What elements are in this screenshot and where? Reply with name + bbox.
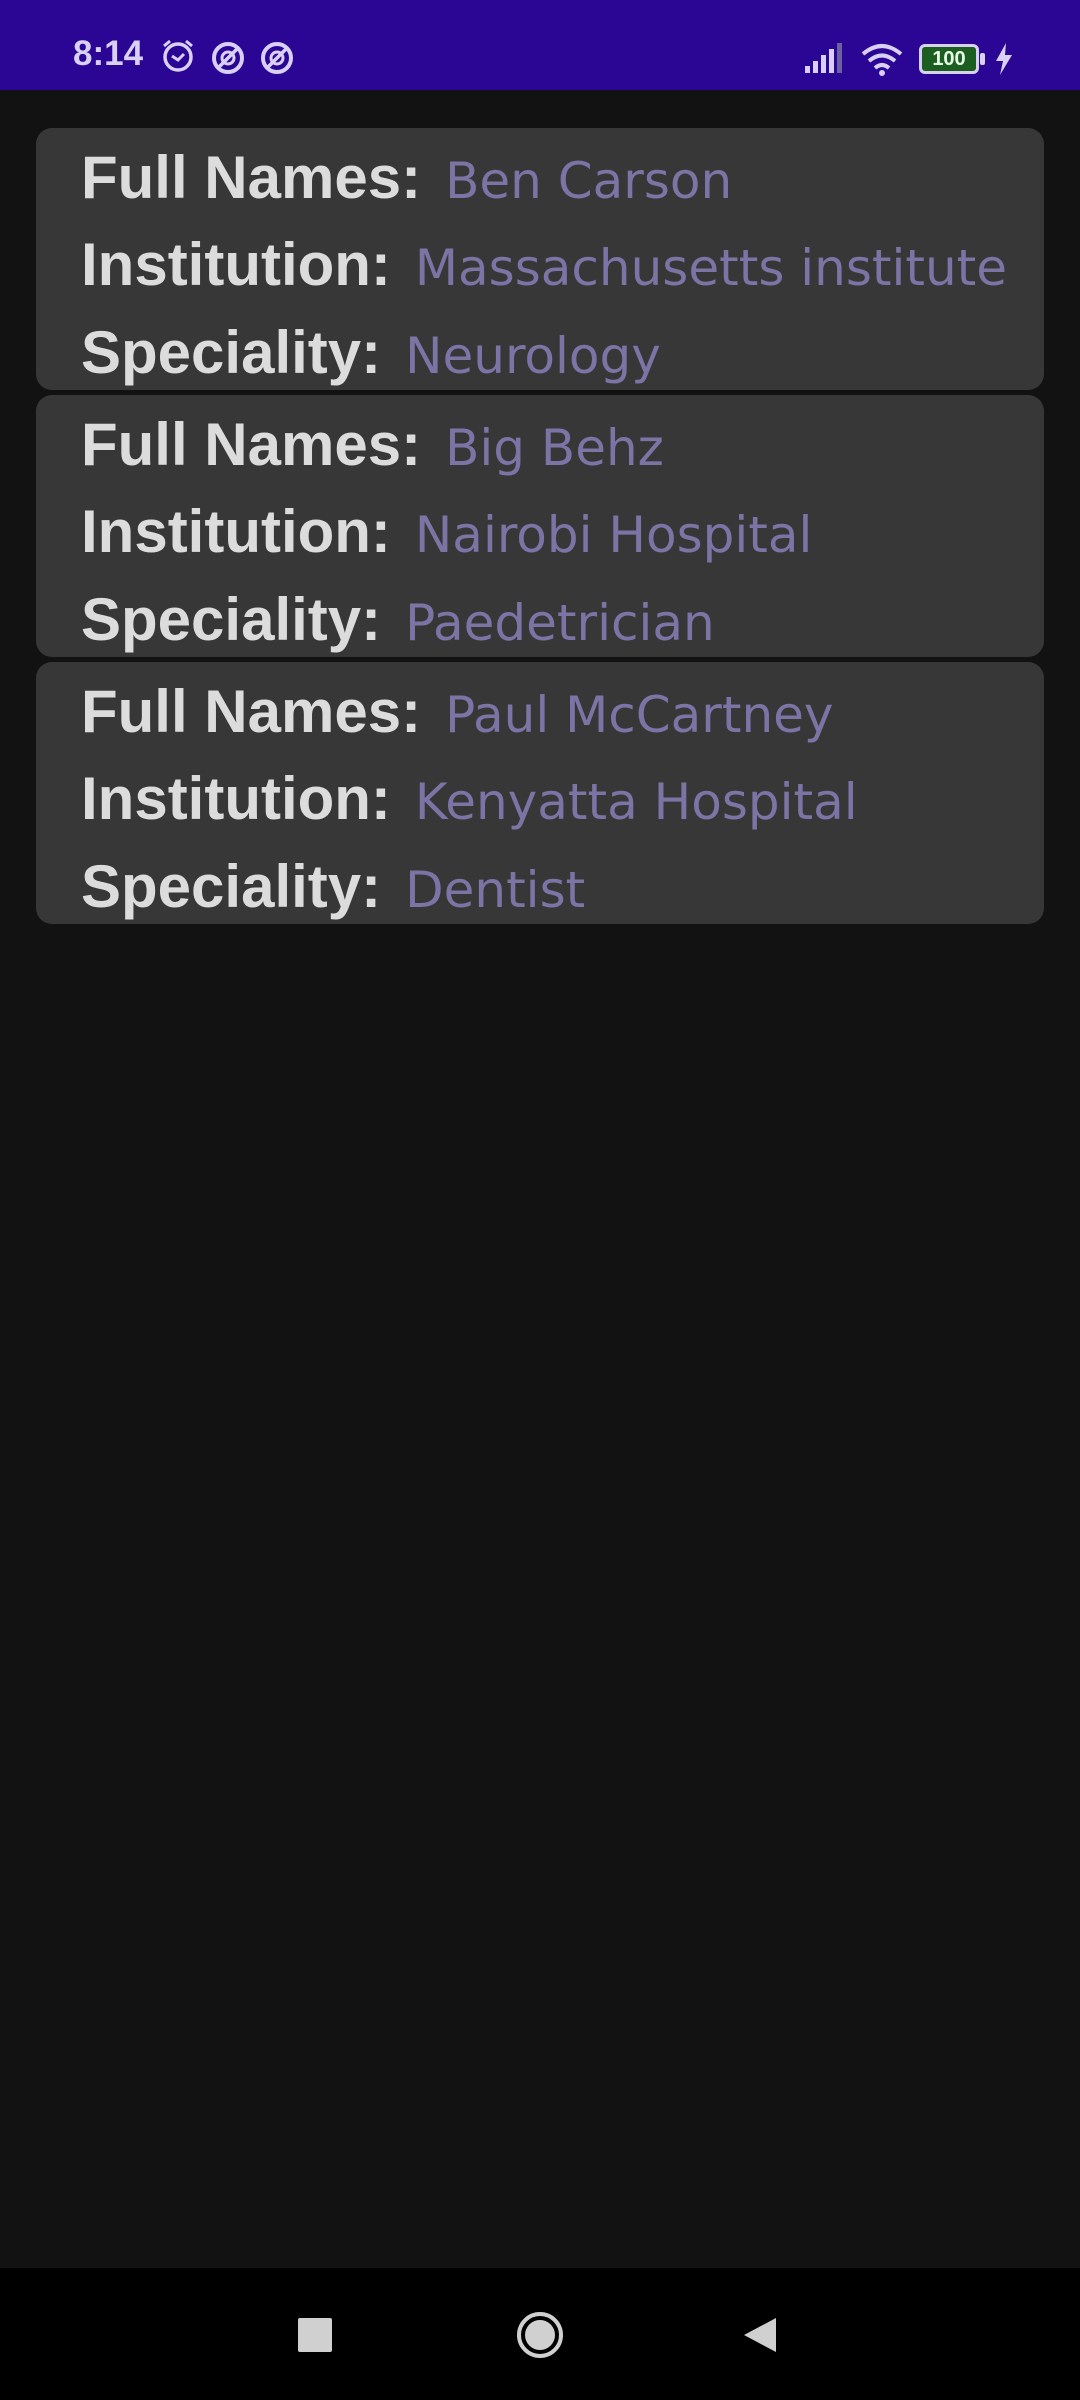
full-names-label: Full Names: (81, 411, 422, 478)
doctor-list: Full Names: Ben Carson Institution: Mass… (0, 90, 1080, 2268)
wifi-icon (861, 44, 903, 76)
status-time: 8:14 (73, 34, 144, 73)
institution-value: Massachusetts institute (414, 239, 1008, 297)
charging-icon (996, 43, 1012, 75)
speciality-row: Speciality: Neurology (81, 323, 661, 383)
institution-row: Institution: Kenyatta Hospital (81, 769, 858, 829)
doctor-card[interactable]: Full Names: Big Behz Institution: Nairob… (36, 395, 1044, 657)
back-triangle-icon[interactable] (742, 2316, 778, 2354)
institution-row: Institution: Massachusetts institute (81, 235, 1007, 295)
signal-icon (805, 43, 842, 73)
speciality-row: Speciality: Dentist (81, 857, 585, 917)
speciality-row: Speciality: Paedetrician (81, 590, 715, 650)
speciality-label: Speciality: (81, 853, 382, 920)
institution-row: Institution: Nairobi Hospital (81, 502, 812, 562)
full-names-label: Full Names: (81, 144, 422, 211)
institution-value: Kenyatta Hospital (414, 773, 858, 831)
doctor-card[interactable]: Full Names: Paul McCartney Institution: … (36, 662, 1044, 924)
full-names-row: Full Names: Big Behz (81, 415, 664, 475)
institution-label: Institution: (81, 765, 391, 832)
full-names-row: Full Names: Ben Carson (81, 148, 732, 208)
institution-label: Institution: (81, 498, 391, 565)
institution-value: Nairobi Hospital (414, 506, 813, 564)
full-names-value: Big Behz (445, 419, 664, 477)
speciality-label: Speciality: (81, 586, 382, 653)
recents-square-icon[interactable] (298, 2318, 332, 2352)
data-saver-icon-2 (261, 42, 293, 74)
battery-icon: 100 (919, 44, 979, 74)
battery-tip (980, 53, 985, 65)
full-names-label: Full Names: (81, 678, 422, 745)
home-circle-icon[interactable] (515, 2310, 565, 2360)
speciality-label: Speciality: (81, 319, 382, 386)
full-names-row: Full Names: Paul McCartney (81, 682, 833, 742)
speciality-value: Dentist (405, 861, 586, 919)
navigation-bar (0, 2268, 1080, 2400)
status-bar: 8:14 100 (0, 0, 1080, 90)
full-names-value: Paul McCartney (445, 686, 834, 744)
full-names-value: Ben Carson (445, 152, 733, 210)
doctor-card[interactable]: Full Names: Ben Carson Institution: Mass… (36, 128, 1044, 390)
battery-level: 100 (932, 48, 966, 70)
alarm-icon (163, 39, 193, 72)
data-saver-icon (212, 42, 244, 74)
speciality-value: Paedetrician (405, 594, 715, 652)
speciality-value: Neurology (405, 327, 661, 385)
institution-label: Institution: (81, 231, 391, 298)
